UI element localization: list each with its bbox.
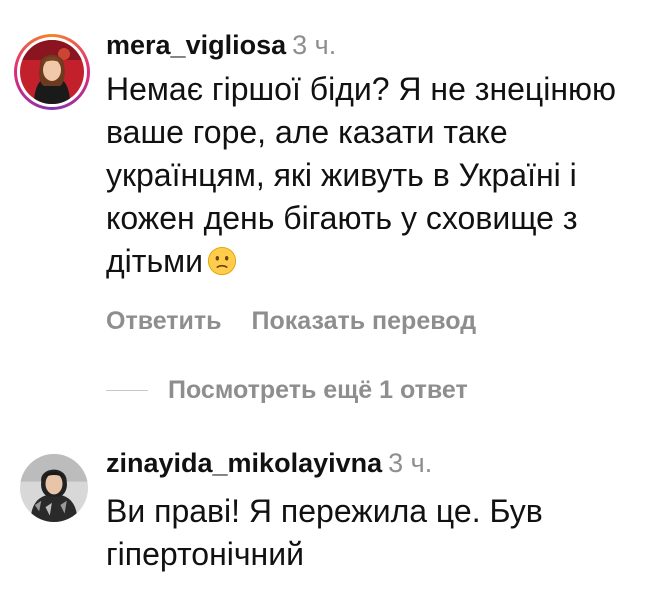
avatar[interactable] [20, 40, 84, 104]
username-link[interactable]: zinayida_mikolayivna [106, 448, 382, 478]
comment-text: Немає гіршої біди? Я не знецінюю ваше го… [106, 68, 628, 283]
avatar-image [20, 454, 88, 522]
show-translation-button[interactable]: Показать перевод [252, 307, 477, 335]
comment-header: zinayida_mikolayivna 3 ч. [106, 446, 628, 480]
comment-header: mera_vigliosa 3 ч. [106, 28, 628, 62]
comment-timestamp: 3 ч. [388, 448, 433, 478]
comment-timestamp: 3 ч. [292, 30, 337, 60]
avatar-image [20, 40, 84, 104]
avatar[interactable] [20, 454, 88, 522]
reply-button[interactable]: Ответить [106, 307, 222, 335]
view-more-replies-label: Посмотреть ещё 1 ответ [168, 376, 468, 404]
avatar-border [17, 37, 87, 107]
confused-face-icon [207, 246, 237, 276]
replies-divider-line [106, 390, 148, 391]
view-more-replies-button[interactable]: Посмотреть ещё 1 ответ [106, 376, 468, 405]
comment-text-content: Немає гіршої біди? Я не знецінюю ваше го… [106, 71, 617, 279]
comment-body: mera_vigliosa 3 ч. Немає гіршої біди? Я н… [106, 28, 628, 336]
avatar-story-ring[interactable] [14, 34, 90, 110]
comment-actions: Ответить Показать перевод [106, 307, 628, 336]
username-link[interactable]: mera_vigliosa [106, 30, 286, 60]
avatar-image-wrap [20, 454, 88, 522]
comment-text: Ви праві! Я пережила це. Був гіпертонічн… [106, 493, 543, 572]
comment-body: zinayida_mikolayivna 3 ч. Ви праві! Я пер… [106, 446, 628, 576]
